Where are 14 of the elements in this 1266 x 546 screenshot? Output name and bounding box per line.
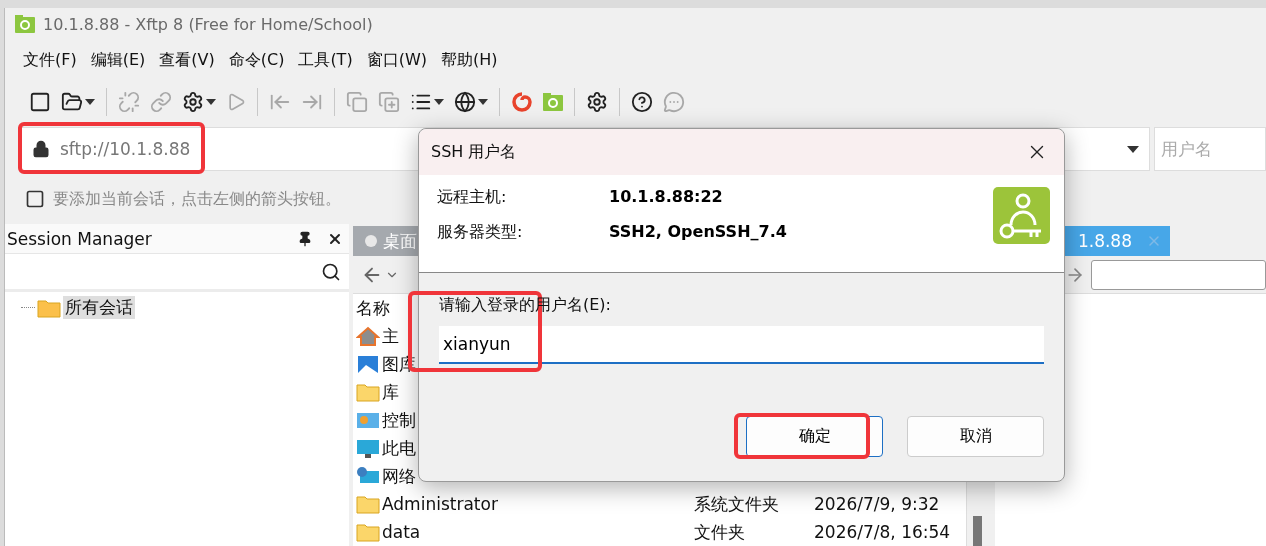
file-name: data [353, 522, 576, 542]
table-cell-text: 2026/7/8, 16:54 [813, 522, 952, 542]
info-label: 远程主机: [437, 187, 508, 208]
table-cell-text: 文件夹 [693, 520, 746, 544]
info-label: 服务器类型: [437, 222, 524, 243]
info-value: 10.1.8.88:22 [609, 187, 724, 208]
hint-text: 要添加当前会话，点击左侧的箭头按钮。 [53, 188, 341, 210]
file-name: Administrator [353, 494, 576, 514]
pane-title: Session Manager [7, 228, 153, 249]
dialog-title: SSH 用户名 [431, 141, 518, 163]
table-cell-text: 2026/7/9, 9:32 [813, 494, 941, 514]
table-cell-text: 系统文件夹 [693, 492, 780, 516]
info-value: SSH2, OpenSSH_7.4 [609, 222, 788, 243]
window-title: 10.1.8.88 - Xftp 8 (Free for Home/School) [43, 14, 373, 34]
